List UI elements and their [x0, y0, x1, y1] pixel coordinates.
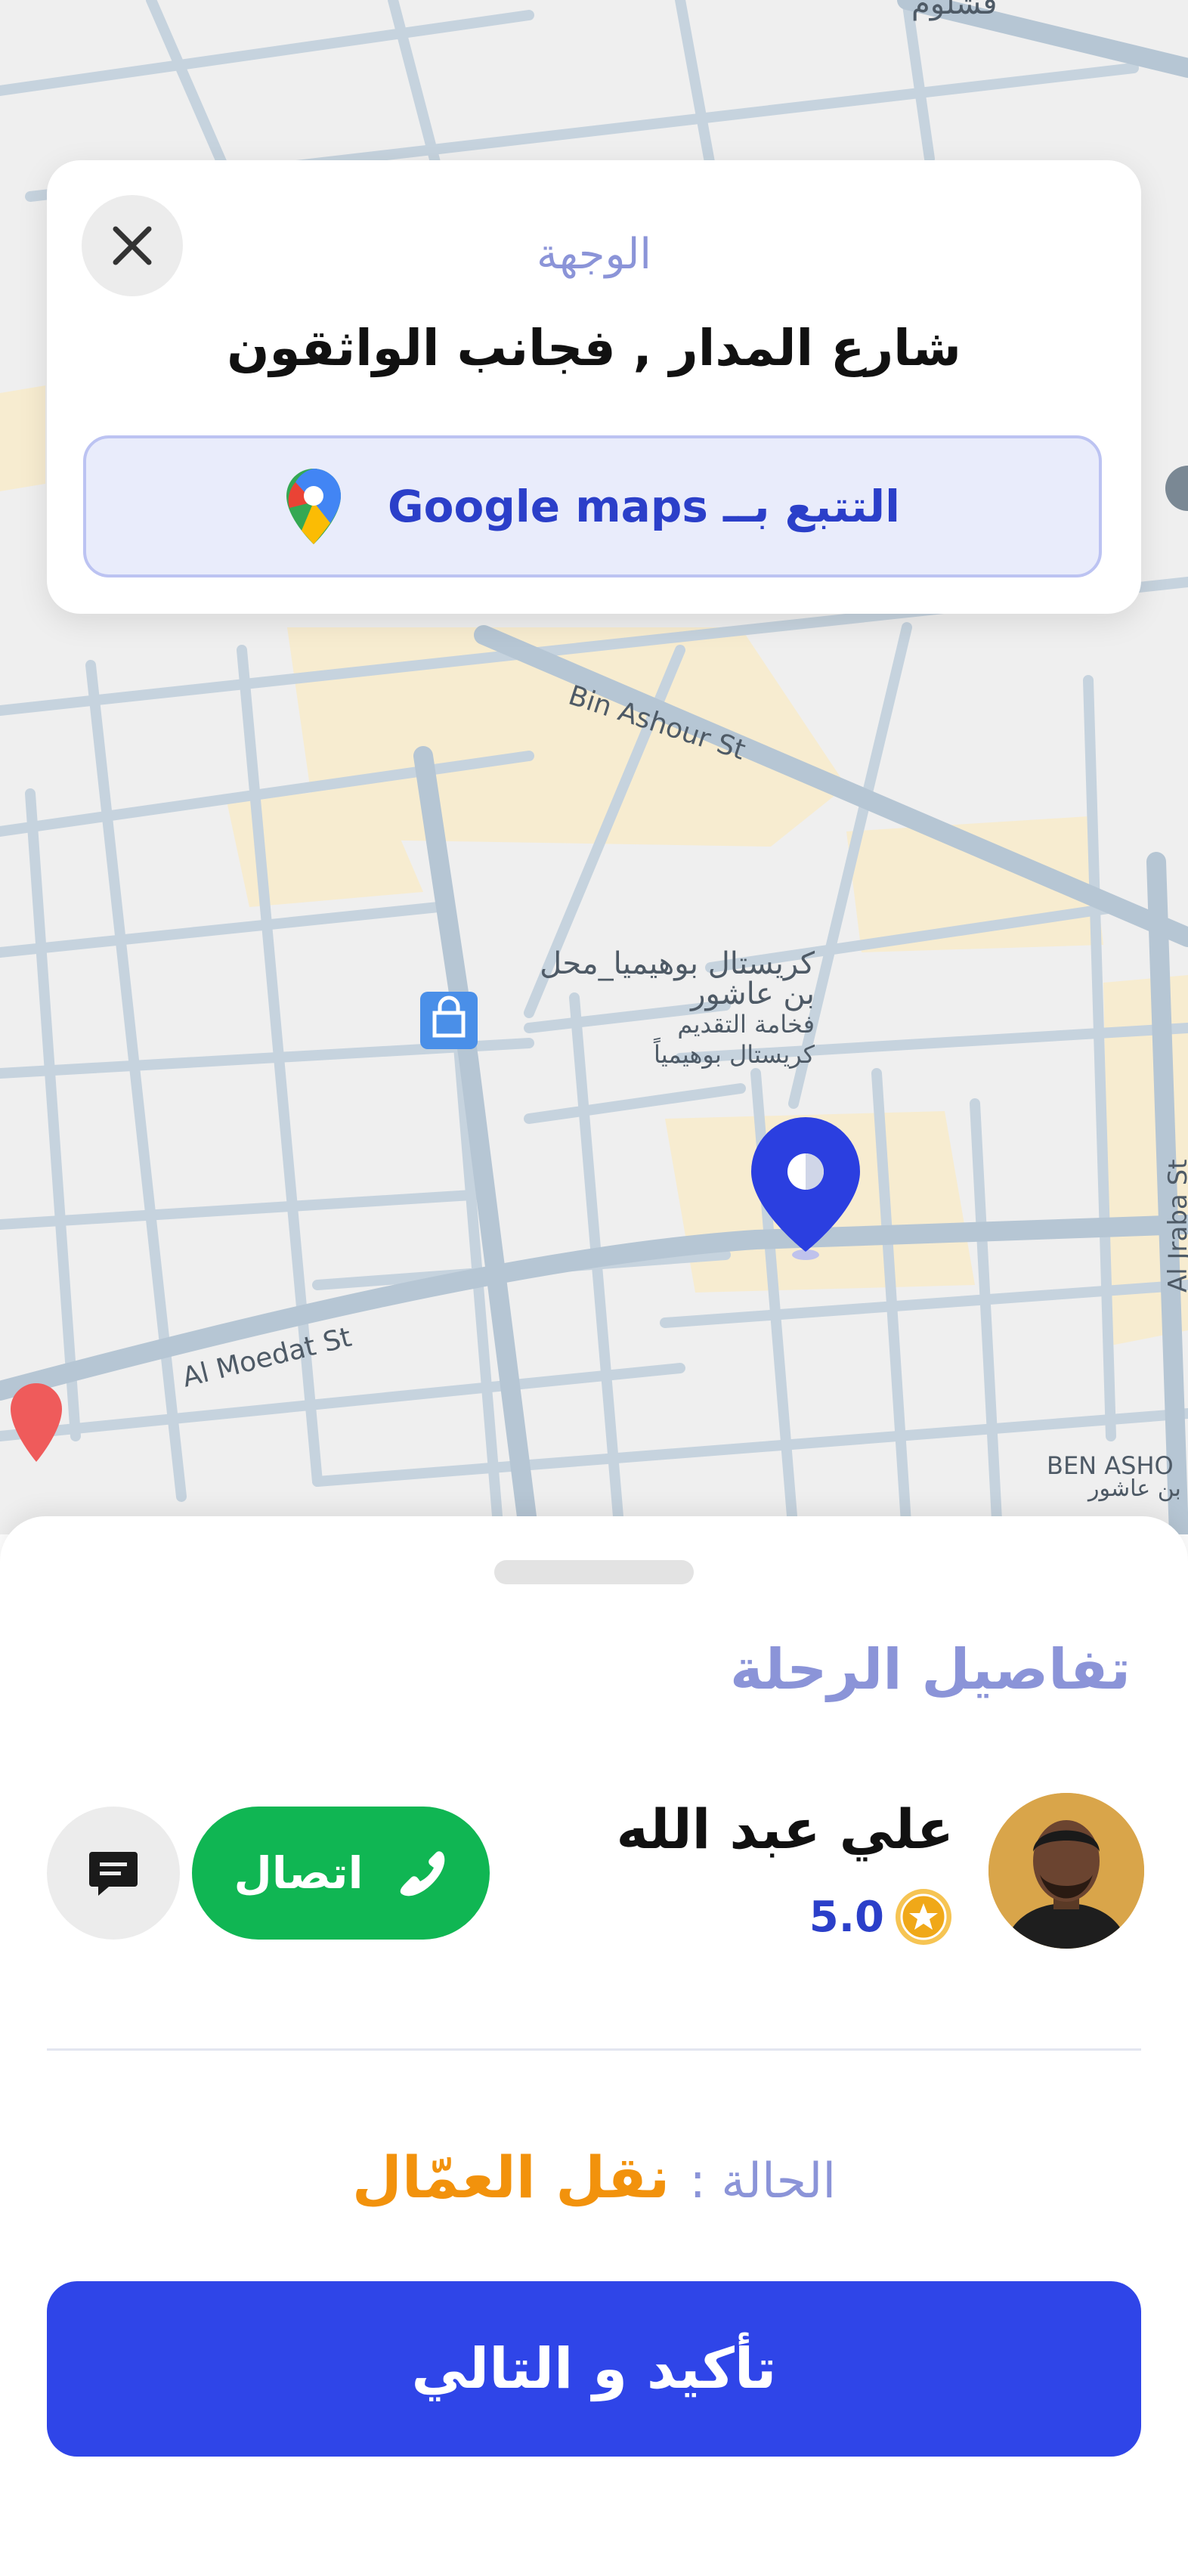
shop-icon	[420, 992, 478, 1049]
confirm-next-label: تأكيد و التالي	[411, 2336, 777, 2401]
destination-label: الوجهة	[536, 230, 651, 279]
driver-rating: 5.0	[809, 1887, 954, 1947]
destination-address: شارع المدار , فجانب الواثقون	[227, 319, 961, 377]
poi-label-line: كريستال بوهيمياً	[653, 1040, 815, 1069]
message-button[interactable]	[47, 1807, 180, 1940]
poi-label-line: فخامة التقديم	[677, 1010, 815, 1039]
destination-card: الوجهة شارع المدار , فجانب الواثقون التت…	[47, 160, 1141, 614]
driver-name: علي عبد الله	[616, 1797, 954, 1861]
poi-label-line: بن عاشور	[691, 977, 815, 1011]
section-divider	[47, 2048, 1141, 2051]
driver-photo	[988, 1793, 1144, 1949]
driver-avatar	[988, 1793, 1144, 1949]
sheet-drag-handle[interactable]	[494, 1560, 694, 1584]
map-top-label: قشلوم	[911, 0, 998, 21]
status-value: نقل العمّال	[351, 2144, 670, 2211]
trip-details-title: تفاصيل الرحلة	[730, 1637, 1131, 1702]
map-street-label: Al Jraba St	[1163, 1160, 1188, 1293]
track-button-label: التتبع بــ Google maps	[388, 481, 900, 532]
map-poi-label: كريستال بوهيميا_محل بن عاشور فخامة التقد…	[490, 949, 815, 1070]
status-label: الحالة :	[689, 2153, 837, 2209]
google-maps-icon	[286, 469, 342, 544]
trip-details-sheet: تفاصيل الرحلة علي عبد الله 5.0 اتصال الح…	[0, 1516, 1188, 2576]
poi-pin-icon	[11, 1383, 62, 1462]
poi-dot-icon	[1165, 466, 1188, 511]
confirm-next-button[interactable]: تأكيد و التالي	[47, 2281, 1141, 2457]
call-button[interactable]: اتصال	[192, 1807, 490, 1940]
rating-value: 5.0	[809, 1892, 884, 1942]
phone-icon	[401, 1851, 445, 1896]
call-label: اتصال	[234, 1847, 364, 1899]
star-badge-icon	[896, 1889, 951, 1945]
status-row: الحالة : نقل العمّال	[0, 2144, 1188, 2211]
poi-label-line: كريستال بوهيميا_محل	[540, 946, 815, 981]
track-google-maps-button[interactable]: التتبع بــ Google maps	[83, 435, 1102, 577]
map-corner-label: بن عاشور	[1088, 1475, 1181, 1502]
chat-icon	[89, 1852, 138, 1896]
